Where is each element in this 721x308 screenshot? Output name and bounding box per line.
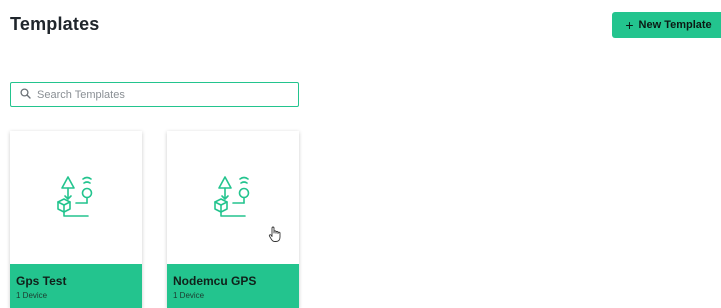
plus-icon: + [625, 16, 634, 33]
search-icon [20, 86, 31, 104]
page-title: Templates [10, 14, 100, 34]
device-flow-icon [57, 175, 93, 217]
template-name: Nodemcu GPS [173, 274, 257, 288]
new-template-label: New Template [638, 19, 712, 31]
template-device-count: 1 Device [173, 291, 205, 300]
hand-cursor-icon [268, 226, 282, 248]
template-card-nodemcu-gps[interactable]: Nodemcu GPS 1 Device [167, 131, 299, 308]
template-card-footer: Gps Test 1 Device [10, 264, 142, 308]
new-template-button[interactable]: + New Template [612, 12, 721, 38]
template-device-count: 1 Device [16, 291, 48, 300]
template-art [10, 131, 142, 264]
template-card-footer: Nodemcu GPS 1 Device [167, 264, 299, 308]
template-card-gps-test[interactable]: Gps Test 1 Device [10, 131, 142, 308]
template-name: Gps Test [16, 274, 67, 288]
device-flow-icon [214, 175, 250, 217]
search-box[interactable] [10, 82, 299, 107]
search-input[interactable] [37, 88, 277, 101]
